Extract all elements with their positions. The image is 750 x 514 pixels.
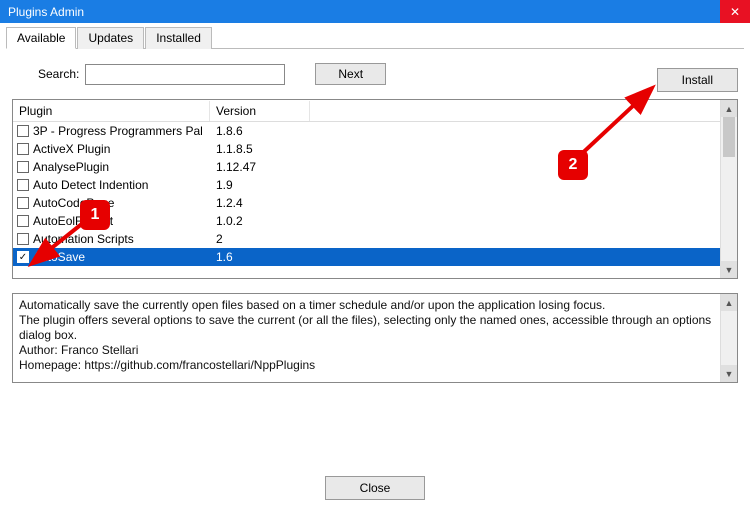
- table-row[interactable]: ✓ AutoSave 1.6: [13, 248, 720, 266]
- table-area: Plugin Version 3P - Progress Programmers…: [13, 100, 720, 278]
- plugin-checkbox[interactable]: ✓: [17, 251, 29, 263]
- plugin-checkbox[interactable]: [17, 161, 29, 173]
- scroll-down-icon[interactable]: ▼: [721, 365, 737, 382]
- desc-author: Author: Franco Stellari: [19, 343, 714, 358]
- plugin-name: AnalysePlugin: [33, 160, 109, 174]
- column-plugin[interactable]: Plugin: [13, 101, 210, 121]
- plugin-version: 1.12.47: [210, 160, 310, 174]
- desc-line1: Automatically save the currently open fi…: [19, 298, 714, 313]
- plugin-checkbox[interactable]: [17, 215, 29, 227]
- scroll-track[interactable]: [721, 117, 737, 261]
- plugin-cell: AutoEolFormat: [13, 214, 210, 228]
- plugin-version: 2: [210, 232, 310, 246]
- scroll-down-icon[interactable]: ▼: [721, 261, 737, 278]
- plugin-cell: ✓ AutoSave: [13, 250, 210, 264]
- scroll-up-icon[interactable]: ▲: [721, 294, 737, 311]
- scroll-up-icon[interactable]: ▲: [721, 100, 737, 117]
- tab-installed[interactable]: Installed: [145, 27, 212, 49]
- plugin-name: Auto Detect Indention: [33, 178, 148, 192]
- table-row[interactable]: Auto Detect Indention 1.9: [13, 176, 720, 194]
- plugin-checkbox[interactable]: [17, 233, 29, 245]
- plugin-version: 1.8.6: [210, 124, 310, 138]
- content-area: Search: Next Install Plugin Version 3P -…: [0, 49, 750, 389]
- tab-available[interactable]: Available: [6, 27, 76, 49]
- plugin-version: 1.0.2: [210, 214, 310, 228]
- table-body: 3P - Progress Programmers Pal 1.8.6 Active…: [13, 122, 720, 266]
- install-button[interactable]: Install: [657, 68, 738, 92]
- desc-scrollbar[interactable]: ▲ ▼: [720, 294, 737, 382]
- table-header: Plugin Version: [13, 100, 720, 122]
- plugin-cell: ActiveX Plugin: [13, 142, 210, 156]
- plugin-cell: 3P - Progress Programmers Pal: [13, 124, 210, 138]
- desc-line2: The plugin offers several options to sav…: [19, 313, 714, 343]
- tab-updates[interactable]: Updates: [77, 27, 144, 49]
- plugin-version: 1.6: [210, 250, 310, 264]
- scroll-track[interactable]: [721, 311, 737, 365]
- search-input[interactable]: [85, 64, 285, 85]
- plugin-checkbox[interactable]: [17, 125, 29, 137]
- plugin-table: Plugin Version 3P - Progress Programmers…: [12, 99, 738, 279]
- plugin-version: 1.2.4: [210, 196, 310, 210]
- table-row[interactable]: AutoCodePage 1.2.4: [13, 194, 720, 212]
- plugin-cell: AnalysePlugin: [13, 160, 210, 174]
- plugin-name: ActiveX Plugin: [33, 142, 110, 156]
- plugin-name: Automation Scripts: [33, 232, 134, 246]
- table-row[interactable]: Automation Scripts 2: [13, 230, 720, 248]
- plugin-cell: Auto Detect Indention: [13, 178, 210, 192]
- plugin-name: 3P - Progress Programmers Pal: [33, 124, 203, 138]
- plugin-name: AutoSave: [33, 250, 85, 264]
- table-row[interactable]: ActiveX Plugin 1.1.8.5: [13, 140, 720, 158]
- description-panel: Automatically save the currently open fi…: [12, 293, 738, 383]
- close-button[interactable]: Close: [325, 476, 426, 500]
- next-button[interactable]: Next: [315, 63, 386, 85]
- column-version[interactable]: Version: [210, 101, 310, 121]
- tabs: Available Updates Installed: [6, 26, 744, 49]
- plugin-version: 1.9: [210, 178, 310, 192]
- search-row: Search: Next: [6, 63, 744, 85]
- close-icon: ✕: [730, 5, 740, 19]
- window-title: Plugins Admin: [8, 5, 84, 19]
- table-row[interactable]: AnalysePlugin 1.12.47: [13, 158, 720, 176]
- search-label: Search:: [38, 67, 79, 81]
- plugin-version: 1.1.8.5: [210, 142, 310, 156]
- table-row[interactable]: AutoEolFormat 1.0.2: [13, 212, 720, 230]
- titlebar: Plugins Admin ✕: [0, 0, 750, 23]
- plugin-name: AutoCodePage: [33, 196, 114, 210]
- desc-homepage: Homepage: https://github.com/francostell…: [19, 358, 714, 373]
- plugin-cell: AutoCodePage: [13, 196, 210, 210]
- table-row[interactable]: 3P - Progress Programmers Pal 1.8.6: [13, 122, 720, 140]
- description-text: Automatically save the currently open fi…: [13, 294, 720, 382]
- plugin-cell: Automation Scripts: [13, 232, 210, 246]
- table-scrollbar[interactable]: ▲ ▼: [720, 100, 737, 278]
- scroll-thumb[interactable]: [723, 117, 735, 157]
- plugin-checkbox[interactable]: [17, 179, 29, 191]
- close-row: Close: [0, 476, 750, 500]
- plugin-checkbox[interactable]: [17, 143, 29, 155]
- plugin-name: AutoEolFormat: [33, 214, 113, 228]
- window-close-button[interactable]: ✕: [720, 0, 750, 23]
- plugin-checkbox[interactable]: [17, 197, 29, 209]
